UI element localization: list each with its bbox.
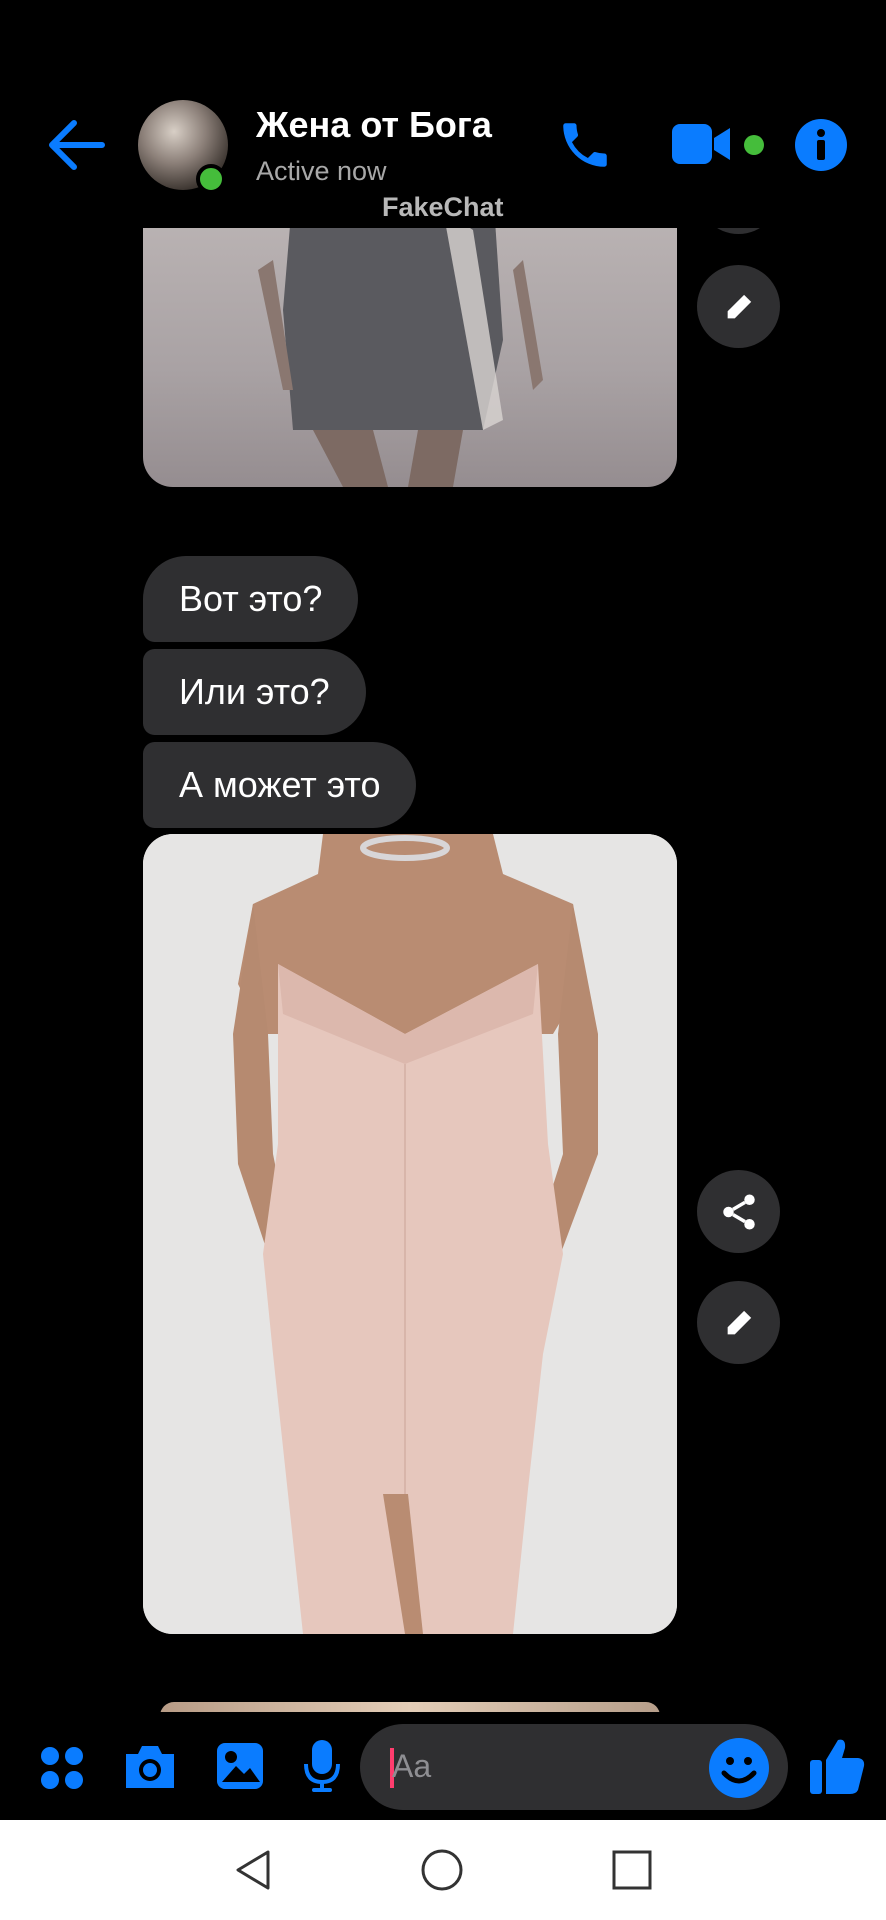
camera-icon[interactable] bbox=[122, 1742, 178, 1792]
edit-icon bbox=[727, 1310, 751, 1334]
system-navigation-bar bbox=[0, 1820, 886, 1920]
info-icon[interactable] bbox=[794, 118, 848, 172]
online-indicator bbox=[196, 164, 226, 194]
emoji-icon[interactable] bbox=[708, 1737, 770, 1799]
message-input-placeholder: Aa bbox=[392, 1748, 432, 1784]
dress-photo-pink bbox=[143, 834, 677, 1634]
edit-button[interactable] bbox=[697, 265, 780, 348]
edit-button[interactable] bbox=[697, 1281, 780, 1364]
back-arrow-icon[interactable] bbox=[44, 115, 108, 175]
active-status: Active now bbox=[256, 156, 387, 186]
share-button[interactable] bbox=[697, 1170, 780, 1253]
message-image[interactable] bbox=[143, 190, 677, 487]
edit-icon bbox=[727, 294, 751, 318]
gallery-icon[interactable] bbox=[214, 1740, 266, 1792]
nav-home-icon[interactable] bbox=[420, 1848, 464, 1892]
nav-recents-icon[interactable] bbox=[610, 1848, 654, 1892]
like-thumb-icon[interactable] bbox=[808, 1736, 866, 1796]
phone-icon[interactable] bbox=[556, 116, 614, 174]
message-bubble[interactable]: Вот это? bbox=[143, 556, 359, 642]
apps-icon[interactable] bbox=[38, 1744, 86, 1792]
message-image[interactable] bbox=[143, 834, 677, 1634]
message-bubble[interactable]: Или это? bbox=[143, 649, 366, 735]
share-icon bbox=[722, 1194, 755, 1229]
contact-name[interactable]: Жена от Бога bbox=[256, 104, 492, 146]
dress-photo-grey bbox=[258, 190, 543, 487]
video-camera-icon[interactable] bbox=[670, 120, 736, 168]
message-bubble[interactable]: А может это bbox=[143, 742, 417, 828]
nav-back-icon[interactable] bbox=[232, 1848, 276, 1892]
microphone-icon[interactable] bbox=[302, 1738, 342, 1794]
watermark: FakeChat bbox=[382, 192, 504, 222]
video-online-dot bbox=[744, 135, 764, 155]
